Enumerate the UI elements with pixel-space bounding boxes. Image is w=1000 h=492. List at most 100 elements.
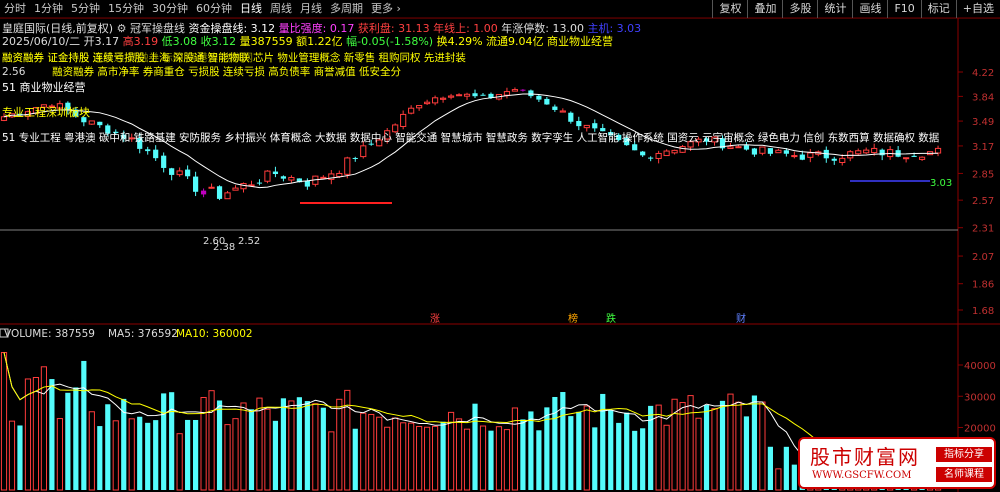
- tab-7[interactable]: 周线: [266, 0, 296, 18]
- period-toolbar: 分时 1分钟 5分钟 15分钟 30分钟 60分钟 日线 周线 月线 多周期 更多 › 复权 叠加 多股…: [0, 0, 1000, 18]
- candle-body: [743, 145, 750, 150]
- volume-bar: [632, 430, 638, 490]
- logo-title: 股市财富网: [810, 445, 920, 469]
- volume-bar: [648, 405, 654, 490]
- candle-body: [208, 186, 215, 189]
- candle-body: [176, 170, 183, 176]
- toolbar-button-7[interactable]: +自选: [955, 0, 1000, 18]
- volume-bar: [88, 411, 95, 491]
- low-label-b: 2.52: [238, 236, 260, 247]
- toolbar-button-6[interactable]: 标记: [920, 0, 956, 18]
- volume-bar: [296, 397, 302, 490]
- tab-5[interactable]: 60分钟: [192, 0, 236, 18]
- candle-body: [751, 148, 758, 155]
- logo-tag-course: 名师课程: [936, 467, 992, 482]
- volume-bar: [447, 411, 455, 491]
- toolbar-button-1[interactable]: 叠加: [747, 0, 782, 18]
- toolbar-button-0[interactable]: 复权: [712, 0, 747, 18]
- volume-bar: [137, 416, 143, 490]
- logo-tag-share: 指标分享: [936, 447, 992, 462]
- volume-bar: [8, 420, 16, 491]
- candle-body: [447, 95, 455, 98]
- tab-1[interactable]: 1分钟: [30, 0, 67, 18]
- volume-bar: [264, 408, 271, 491]
- volume-bar: [528, 411, 534, 490]
- volume-bar: [767, 446, 773, 490]
- concept-row-1-overlap: 融资融券 证金持股 深股通 转融券 标的 粤港澳 物联网: [2, 52, 254, 64]
- candle-body: [528, 90, 534, 97]
- price-axis-label: 2.57: [972, 196, 994, 207]
- tab-8[interactable]: 月线: [296, 0, 326, 18]
- toolbar-button-3[interactable]: 统计: [817, 0, 852, 18]
- volume-bar: [592, 427, 598, 490]
- candle-body: [200, 190, 207, 195]
- volume-bar: [536, 430, 542, 490]
- candle-body: [855, 150, 862, 155]
- volume-bar: [759, 401, 766, 491]
- volume-bar: [576, 411, 582, 490]
- candle-body: [153, 149, 159, 159]
- tab-3[interactable]: 15分钟: [104, 0, 148, 18]
- volume-bar: [735, 401, 742, 491]
- volume-bar: [256, 397, 263, 491]
- candle-body: [863, 149, 870, 154]
- concept-row-5: 51 专业工程 粤港澳 碳中和 铁路基建 安防服务 乡村振兴 体育概念 大数据 …: [2, 132, 940, 144]
- volume-ma5: MA5: 376592: [108, 328, 178, 340]
- volume-bar: [176, 433, 183, 491]
- quote-high: 高3.19: [122, 35, 159, 48]
- volume-axis-label: 30000: [964, 392, 996, 403]
- volume-bar: [288, 400, 295, 491]
- candle-body: [632, 144, 638, 151]
- candle-body: [472, 93, 478, 97]
- concept-row-2-prefix: 2.56: [2, 66, 26, 78]
- candle-body: [727, 146, 734, 150]
- candle-body: [679, 146, 686, 153]
- volume-axis-label: 20000: [964, 424, 996, 435]
- volume-bar: [440, 421, 446, 490]
- tab-4[interactable]: 30分钟: [148, 0, 192, 18]
- toolbar-button-5[interactable]: F10: [887, 0, 920, 18]
- volume-bar: [472, 403, 478, 490]
- volume-bar: [455, 418, 463, 491]
- concept-row-4: 专业工程深圳板块: [2, 106, 90, 119]
- volume-bar: [97, 426, 103, 490]
- candle-body: [559, 110, 566, 113]
- toolbar-button-2[interactable]: 多股: [782, 0, 817, 18]
- candle-body: [424, 101, 431, 105]
- volume-bar: [743, 416, 750, 490]
- price-axis-label: 2.07: [972, 252, 994, 263]
- volume-bar: [320, 407, 326, 490]
- tab-10[interactable]: 更多 ›: [367, 0, 405, 18]
- tab-6[interactable]: 日线: [236, 0, 266, 18]
- candle-body: [576, 121, 582, 127]
- quote-turnover: 换4.29%: [436, 35, 483, 48]
- quote-line: 2025/06/10/二 开3.17 高3.19 低3.08 收3.12 量38…: [2, 33, 613, 49]
- volume-bar: [240, 402, 247, 491]
- volume-bar: [424, 426, 431, 491]
- event-marker: 跌: [606, 312, 616, 325]
- candle-body: [831, 158, 837, 161]
- candle-body: [536, 95, 542, 100]
- quote-volume: 量387559: [239, 35, 293, 48]
- volume-bar: [640, 428, 646, 490]
- tab-2[interactable]: 5分钟: [67, 0, 104, 18]
- tab-0[interactable]: 分时: [0, 0, 30, 18]
- toolbar-button-4[interactable]: 画线: [852, 0, 887, 18]
- volume-axis-label: 40000: [964, 361, 996, 372]
- volume-bar: [161, 393, 167, 490]
- volume-bar: [105, 404, 111, 490]
- volume-bar: [408, 422, 415, 491]
- tab-9[interactable]: 多周期: [326, 0, 367, 18]
- price-axis-label: 3.84: [972, 92, 994, 103]
- site-logo: 股市财富网 WWW.GSCFW.COM 指标分享 名师课程: [798, 437, 996, 489]
- volume-bar: [711, 408, 718, 491]
- volume-bar: [304, 401, 310, 490]
- volume-bar: [312, 403, 319, 491]
- candle-body: [520, 89, 526, 91]
- volume-bar: [400, 422, 407, 491]
- volume-bar: [145, 422, 151, 490]
- volume-bar: [719, 400, 726, 490]
- volume-bar: [128, 418, 135, 491]
- volume-bar: [17, 425, 23, 490]
- candle-body: [767, 148, 773, 154]
